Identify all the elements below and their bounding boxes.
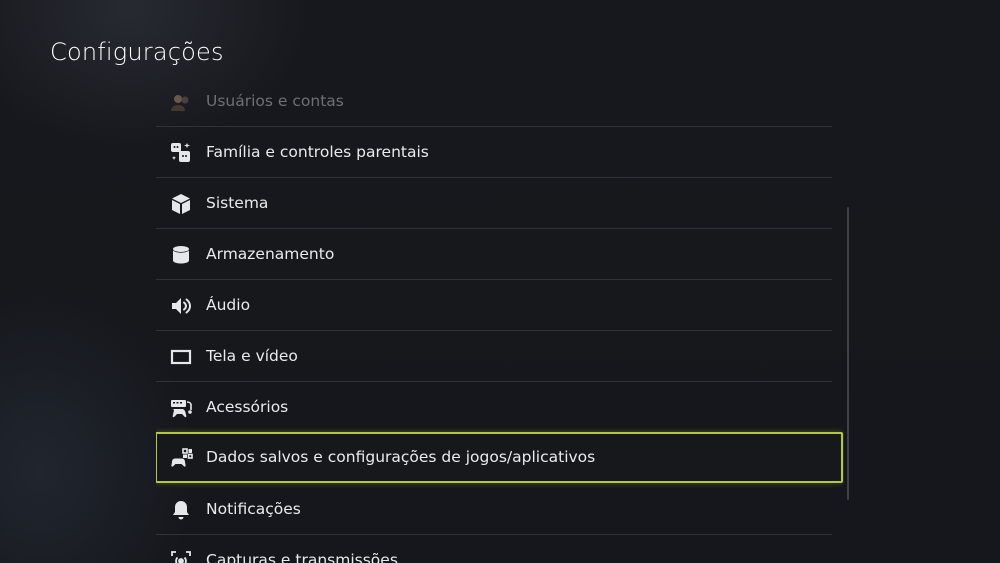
- menu-item-audio[interactable]: Áudio: [156, 280, 844, 331]
- bell-icon: [169, 498, 193, 522]
- menu-item-accessories[interactable]: Acessórios: [156, 382, 844, 433]
- menu-item-users-accounts[interactable]: Usuários e contas: [156, 76, 844, 127]
- menu-item-saved-data-games-apps[interactable]: Dados salvos e configurações de jogos/ap…: [156, 432, 844, 483]
- menu-item-label: Acessórios: [206, 398, 289, 416]
- menu-item-label: Capturas e transmissões: [206, 551, 398, 563]
- menu-item-family-parental[interactable]: Família e controles parentais: [156, 127, 844, 178]
- focus-highlight[interactable]: Dados salvos e configurações de jogos/ap…: [156, 432, 843, 483]
- speaker-icon: [169, 294, 193, 318]
- menu-item-label: Áudio: [206, 296, 251, 314]
- menu-item-storage[interactable]: Armazenamento: [156, 229, 844, 280]
- menu-item-screen-video[interactable]: Tela e vídeo: [156, 331, 844, 382]
- saved-data-games-icon: [170, 446, 194, 470]
- family-parental-icon: [169, 141, 193, 165]
- screen-icon: [169, 345, 193, 369]
- users-accounts-icon: [169, 90, 193, 114]
- settings-menu: Usuários e contas Família e controles pa…: [156, 0, 844, 563]
- menu-item-label: Usuários e contas: [206, 92, 344, 110]
- menu-item-captures-broadcasts[interactable]: Capturas e transmissões: [156, 535, 844, 563]
- capture-broadcast-icon: [169, 549, 193, 563]
- menu-item-label: Tela e vídeo: [206, 347, 298, 365]
- menu-item-label: Família e controles parentais: [206, 143, 429, 161]
- menu-item-label: Sistema: [206, 194, 269, 212]
- menu-item-label: Armazenamento: [206, 245, 335, 263]
- menu-item-label: Notificações: [206, 500, 301, 518]
- menu-item-label: Dados salvos e configurações de jogos/ap…: [206, 448, 596, 466]
- accessories-icon: [169, 396, 193, 420]
- menu-item-system[interactable]: Sistema: [156, 178, 844, 229]
- menu-item-notifications[interactable]: Notificações: [156, 484, 844, 535]
- scrollbar[interactable]: [847, 207, 849, 500]
- system-cube-icon: [169, 192, 193, 216]
- storage-cylinder-icon: [169, 243, 193, 267]
